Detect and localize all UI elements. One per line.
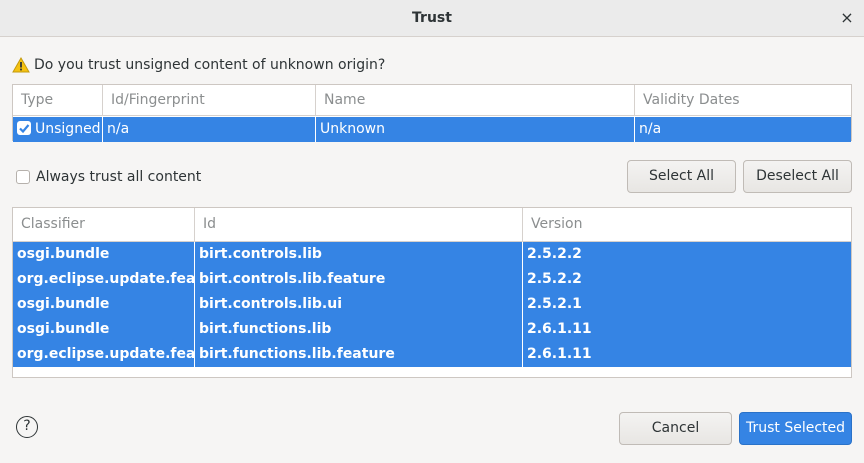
column-header-id[interactable]: Id: [194, 208, 522, 241]
column-header-validity[interactable]: Validity Dates: [634, 85, 851, 115]
title-bar: Trust ×: [0, 0, 864, 37]
signer-type-label: Unsigned: [35, 121, 101, 137]
column-header-type[interactable]: Type: [13, 85, 102, 115]
window-title: Trust: [412, 10, 452, 26]
signers-table-header: Type Id/Fingerprint Name Validity Dates: [13, 85, 851, 116]
id-cell: birt.functions.lib.feature: [194, 342, 522, 367]
column-header-version[interactable]: Version: [522, 208, 851, 241]
close-icon[interactable]: ×: [838, 9, 856, 27]
table-row[interactable]: org.eclipse.update.feature birt.controls…: [13, 267, 851, 292]
version-cell: 2.6.1.11: [522, 317, 851, 342]
version-cell: 2.5.2.1: [522, 292, 851, 317]
always-trust-option[interactable]: Always trust all content: [16, 167, 201, 187]
column-header-classifier[interactable]: Classifier: [13, 208, 194, 241]
table-row[interactable]: org.eclipse.update.feature birt.function…: [13, 342, 851, 367]
trust-question: Do you trust unsigned content of unknown…: [12, 55, 385, 75]
id-cell: birt.controls.lib.feature: [194, 267, 522, 292]
classifier-cell: osgi.bundle: [17, 296, 110, 312]
trust-selected-button[interactable]: Trust Selected: [739, 412, 852, 445]
cancel-button[interactable]: Cancel: [619, 412, 732, 445]
id-cell: birt.functions.lib: [194, 317, 522, 342]
table-row[interactable]: osgi.bundle birt.functions.lib 2.6.1.11: [13, 317, 851, 342]
deselect-all-button[interactable]: Deselect All: [743, 160, 852, 193]
version-cell: 2.6.1.11: [522, 342, 851, 367]
id-cell: birt.controls.lib: [194, 242, 522, 267]
always-trust-label[interactable]: Always trust all content: [36, 167, 201, 187]
column-header-name[interactable]: Name: [315, 85, 634, 115]
table-row[interactable]: osgi.bundle birt.controls.lib 2.5.2.2: [13, 242, 851, 267]
classifier-cell: org.eclipse.update.feature: [17, 271, 194, 287]
artifacts-table: Classifier Id Version osgi.bundle birt.c…: [12, 207, 852, 378]
warning-icon: [12, 56, 30, 73]
id-cell: birt.controls.lib.ui: [194, 292, 522, 317]
signer-type-cell[interactable]: Unsigned: [13, 117, 102, 142]
signer-checkbox[interactable]: [17, 121, 31, 135]
always-trust-checkbox[interactable]: [16, 170, 30, 184]
signers-table: Type Id/Fingerprint Name Validity Dates …: [12, 84, 852, 142]
signer-name-cell: Unknown: [315, 117, 634, 142]
signer-id-cell: n/a: [102, 117, 315, 142]
column-header-fingerprint[interactable]: Id/Fingerprint: [102, 85, 315, 115]
version-cell: 2.5.2.2: [522, 267, 851, 292]
table-row[interactable]: Unsigned n/a Unknown n/a: [13, 117, 851, 142]
classifier-cell: osgi.bundle: [17, 246, 110, 262]
table-row[interactable]: osgi.bundle birt.controls.lib.ui 2.5.2.1: [13, 292, 851, 317]
question-text: Do you trust unsigned content of unknown…: [34, 57, 386, 73]
select-all-button[interactable]: Select All: [627, 160, 736, 193]
version-cell: 2.5.2.2: [522, 242, 851, 267]
help-icon[interactable]: ?: [16, 416, 38, 438]
classifier-cell: osgi.bundle: [17, 321, 110, 337]
classifier-cell: org.eclipse.update.feature: [17, 346, 194, 362]
signer-validity-cell: n/a: [634, 117, 851, 142]
artifacts-table-header: Classifier Id Version: [13, 208, 851, 242]
